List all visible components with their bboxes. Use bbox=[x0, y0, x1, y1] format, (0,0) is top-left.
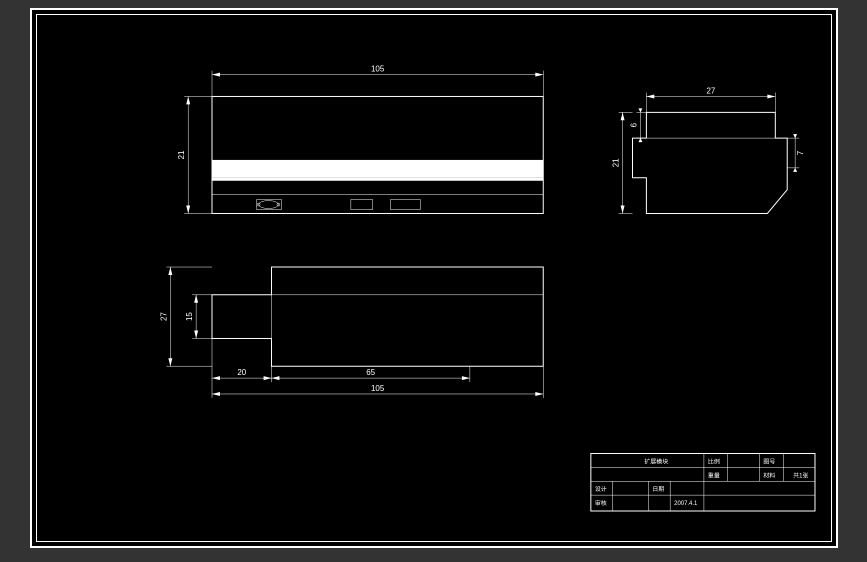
tb-check: 审核 bbox=[595, 499, 607, 507]
tb-material: 材料 bbox=[763, 471, 775, 479]
dim-front-height: 21 bbox=[177, 96, 212, 213]
tb-weight: 重量 bbox=[708, 471, 720, 479]
dim-side-sh-label: 6 bbox=[629, 122, 638, 127]
dim-side-h-label: 21 bbox=[612, 158, 621, 167]
dim-side-w-label: 27 bbox=[706, 86, 715, 95]
title-block: 扩展模块 比例 图号 重量 材料 共1张 设计 日期 审核 2007.4.1 bbox=[591, 453, 815, 511]
dim-top-sw-label: 20 bbox=[237, 368, 246, 377]
dim-top-mid-w: 65 bbox=[272, 366, 470, 382]
tb-name: 扩展模块 bbox=[644, 457, 668, 465]
front-view: 105 21 bbox=[177, 65, 543, 214]
dim-top-full-w: 105 bbox=[212, 366, 543, 398]
side-view: 27 21 bbox=[612, 86, 805, 213]
tb-sheet: 图号 bbox=[763, 458, 775, 465]
outer-frame: 105 21 bbox=[30, 8, 838, 548]
tb-scale: 比例 bbox=[708, 457, 720, 465]
dim-top-sh-label: 15 bbox=[185, 312, 194, 321]
dim-front-h-label: 21 bbox=[177, 150, 186, 159]
drawing-canvas: 105 21 bbox=[93, 31, 817, 527]
tb-date: 日期 bbox=[652, 485, 664, 493]
dim-side-step-h: 6 bbox=[629, 108, 646, 142]
dim-side-width: 27 bbox=[646, 86, 775, 112]
tb-design: 设计 bbox=[595, 485, 607, 493]
dim-top-h-label: 27 bbox=[159, 312, 168, 321]
inner-frame: 105 21 bbox=[36, 14, 832, 542]
port-details bbox=[257, 200, 421, 210]
dim-top-step-w: 20 bbox=[212, 338, 272, 382]
dim-front-width: 105 bbox=[212, 65, 543, 97]
dim-front-w-label: 105 bbox=[371, 65, 385, 74]
dim-side-sw-label: 7 bbox=[796, 151, 805, 155]
dim-top-fw-label: 105 bbox=[371, 384, 385, 393]
tb-date-val: 2007.4.1 bbox=[674, 501, 698, 507]
dim-top-step-h: 15 bbox=[185, 295, 212, 339]
dim-top-mw-label: 65 bbox=[366, 368, 375, 377]
top-view: 27 15 bbox=[159, 267, 543, 398]
tb-sheet-count: 共1张 bbox=[793, 471, 808, 479]
dim-side-step-w: 7 bbox=[787, 134, 805, 172]
